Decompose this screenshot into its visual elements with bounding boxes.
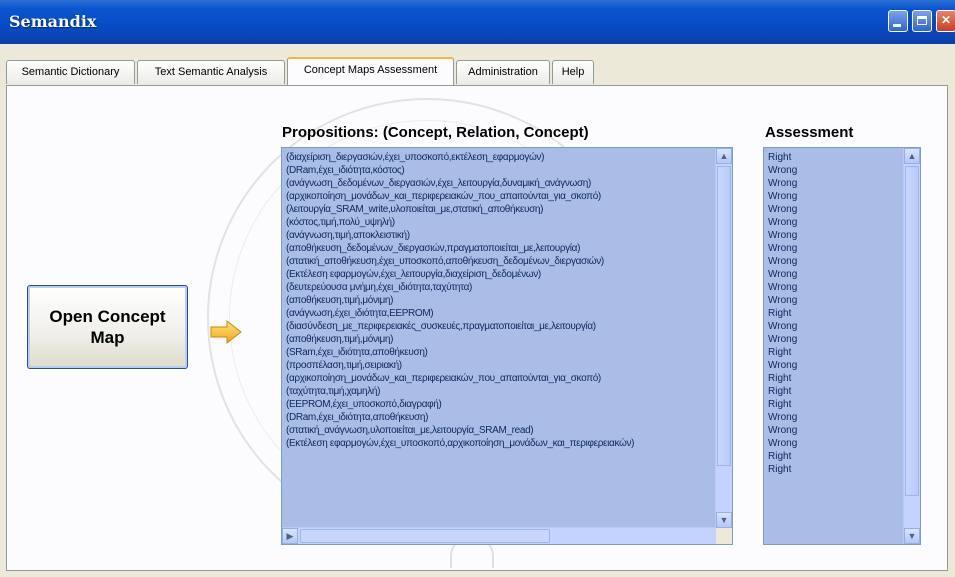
list-item[interactable]: (αποθήκευση_δεδομένων_διεργασιών,πραγματ…	[286, 242, 712, 255]
minimize-icon	[893, 24, 901, 27]
close-button[interactable]: ✕	[936, 10, 955, 32]
list-item[interactable]: Wrong	[768, 333, 900, 346]
open-concept-map-button[interactable]: Open Concept Map	[27, 285, 188, 369]
tab-administration[interactable]: Administration	[456, 60, 550, 84]
list-item[interactable]: Wrong	[768, 294, 900, 307]
list-item[interactable]: Wrong	[768, 216, 900, 229]
scroll-up-icon[interactable]: ▲	[716, 148, 732, 164]
list-item[interactable]: Right	[768, 372, 900, 385]
list-item[interactable]: Wrong	[768, 437, 900, 450]
list-item[interactable]: Wrong	[768, 255, 900, 268]
list-item[interactable]: Wrong	[768, 203, 900, 216]
list-item[interactable]: (διασύνδεση_με_περιφερειακές_συσκευές,πρ…	[286, 320, 712, 333]
propositions-horizontal-scrollbar[interactable]: ◀ ▶	[282, 527, 716, 544]
list-item[interactable]: Right	[768, 151, 900, 164]
scroll-up-icon[interactable]: ▲	[904, 148, 920, 164]
list-item[interactable]: Right	[768, 463, 900, 476]
scroll-down-icon[interactable]: ▼	[716, 512, 732, 528]
assessment-listbox[interactable]: Right Wrong Wrong Wrong Wrong Wrong Wrong Wrong…	[763, 147, 921, 545]
list-item[interactable]: (λειτουργία_SRAM_write,υλοποιείται_με,στ…	[286, 203, 712, 216]
scrollbar-corner	[716, 528, 732, 544]
scroll-right-icon[interactable]: ▶	[282, 528, 298, 544]
open-concept-map-label: Open Concept Map	[49, 307, 166, 347]
list-item[interactable]: (στατική_αποθήκευση,έχει_υποσκοπό,αποθήκ…	[286, 255, 712, 268]
app-window: Semandix ✕ Semantic Dictionary Text Sema…	[0, 0, 955, 577]
list-item[interactable]: (DRam,έχει_ιδιότητα,αποθήκευση)	[286, 411, 712, 424]
list-item[interactable]: (Εκτέλεση εφαρμογών,έχει_υποσκοπό,αρχικο…	[286, 437, 712, 450]
maximize-icon	[917, 16, 927, 25]
list-item[interactable]: (προσπέλαση,τιμή,σειριακή)	[286, 359, 712, 372]
close-icon: ✕	[940, 13, 952, 27]
arrow-right-icon	[209, 318, 243, 346]
tab-text-semantic-analysis[interactable]: Text Semantic Analysis	[137, 60, 285, 84]
window-title: Semandix	[9, 12, 97, 31]
list-item[interactable]: (ανάγνωση,έχει_ιδιότητα,EEPROM)	[286, 307, 712, 320]
scroll-thumb[interactable]	[300, 529, 550, 543]
tab-semantic-dictionary[interactable]: Semantic Dictionary	[6, 60, 135, 84]
list-item[interactable]: (SRam,έχει_ιδιότητα,αποθήκευση)	[286, 346, 712, 359]
list-item[interactable]: Wrong	[768, 229, 900, 242]
list-item[interactable]: Right	[768, 346, 900, 359]
list-item[interactable]: (Εκτέλεση εφαρμογών,έχει_λειτουργία,διαχ…	[286, 268, 712, 281]
list-item[interactable]: Wrong	[768, 424, 900, 437]
list-item[interactable]: (αρχικοποίηση_μονάδων_και_περιφερειακών_…	[286, 190, 712, 203]
list-item[interactable]: (διαχείριση_διεργασιών,έχει_υποσκοπό,εκτ…	[286, 151, 712, 164]
title-bar[interactable]: Semandix ✕	[0, 0, 955, 44]
propositions-heading: Propositions: (Concept, Relation, Concep…	[282, 124, 589, 141]
list-item[interactable]: Right	[768, 385, 900, 398]
list-item[interactable]: (DRam,έχει_ιδιότητα,κόστος)	[286, 164, 712, 177]
list-item[interactable]: (ταχύτητα,τιμή,χαμηλή)	[286, 385, 712, 398]
tab-help[interactable]: Help	[552, 60, 594, 84]
assessment-vertical-scrollbar[interactable]: ▲ ▼	[903, 148, 920, 544]
list-item[interactable]: Wrong	[768, 242, 900, 255]
list-item[interactable]: Wrong	[768, 177, 900, 190]
list-item[interactable]: (κόστος,τιμή,πολύ_υψηλή)	[286, 216, 712, 229]
list-item[interactable]: Wrong	[768, 359, 900, 372]
list-item[interactable]: Wrong	[768, 164, 900, 177]
list-item[interactable]: Wrong	[768, 281, 900, 294]
list-item[interactable]: (αποθήκευση,τιμή,μόνιμη)	[286, 294, 712, 307]
scroll-thumb[interactable]	[717, 166, 731, 466]
list-item[interactable]: (αποθήκευση,τιμή,μόνιμη)	[286, 333, 712, 346]
propositions-listbox[interactable]: (διαχείριση_διεργασιών,έχει_υποσκοπό,εκτ…	[281, 147, 733, 545]
scroll-down-icon[interactable]: ▼	[904, 528, 920, 544]
list-item[interactable]: Wrong	[768, 320, 900, 333]
scroll-thumb[interactable]	[905, 166, 919, 496]
list-item[interactable]: (EEPROM,έχει_υποσκοπό,διαγραφή)	[286, 398, 712, 411]
list-item[interactable]: Wrong	[768, 411, 900, 424]
list-item[interactable]: (δευτερεύουσα μνήμη,έχει_ιδιότητα,ταχύτη…	[286, 281, 712, 294]
tab-concept-maps-assessment[interactable]: Concept Maps Assessment	[287, 57, 454, 86]
list-item[interactable]: Right	[768, 307, 900, 320]
assessment-items: Right Wrong Wrong Wrong Wrong Wrong Wrong Wrong…	[764, 148, 904, 479]
assessment-heading: Assessment	[765, 124, 854, 141]
list-item[interactable]: Right	[768, 398, 900, 411]
maximize-button[interactable]	[912, 10, 932, 32]
list-item[interactable]: Wrong	[768, 190, 900, 203]
list-item[interactable]: Right	[768, 450, 900, 463]
minimize-button[interactable]	[888, 10, 908, 32]
list-item[interactable]: (ανάγνωση_δεδομένων_διεργασιών,έχει_λειτ…	[286, 177, 712, 190]
propositions-vertical-scrollbar[interactable]: ▲ ▼	[715, 148, 732, 528]
list-item[interactable]: (αρχικοποίηση_μονάδων_και_περιφερειακών_…	[286, 372, 712, 385]
list-item[interactable]: (ανάγνωση,τιμή,αποκλειστική)	[286, 229, 712, 242]
list-item[interactable]: (στατική_ανάγνωση,υλοποιείται_με,λειτουρ…	[286, 424, 712, 437]
list-item[interactable]: Wrong	[768, 268, 900, 281]
propositions-items: (διαχείριση_διεργασιών,έχει_υποσκοπό,εκτ…	[282, 148, 716, 453]
